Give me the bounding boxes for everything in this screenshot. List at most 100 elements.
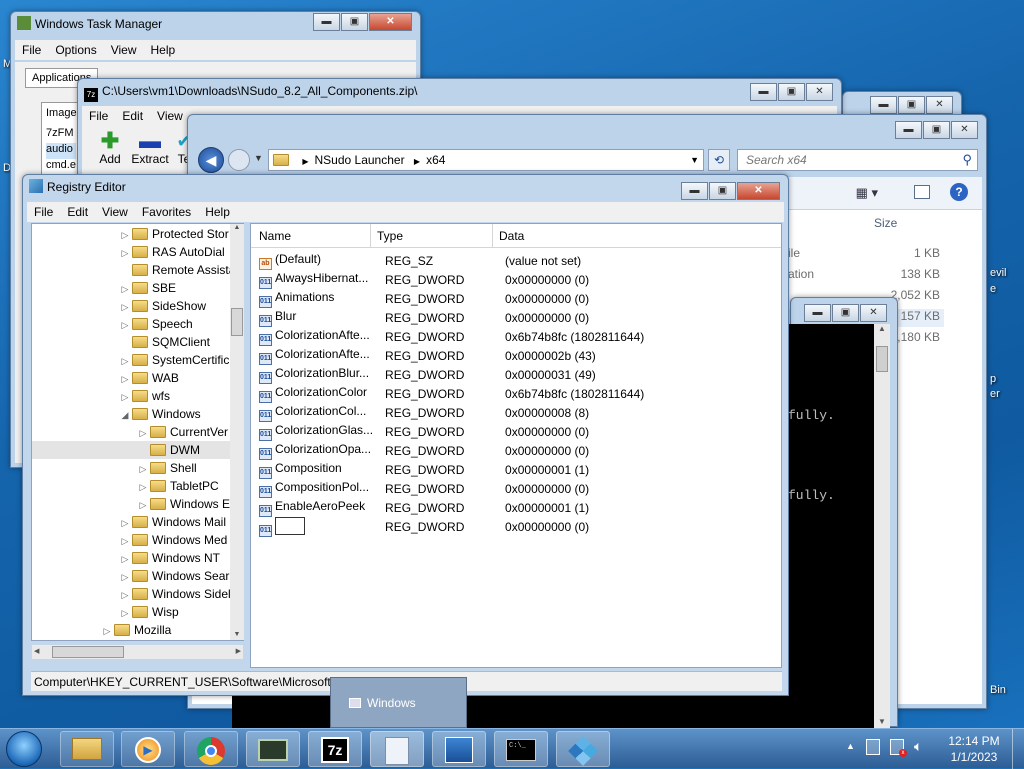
close-button[interactable]: ✕ [737, 182, 780, 200]
recent-dropdown-icon[interactable]: ▼ [254, 153, 263, 163]
menu-help[interactable]: Help [198, 205, 237, 219]
registry-value-row[interactable]: 011 ColorizationGlas... REG_DWORD 0x0000000… [255, 422, 781, 441]
start-orb-icon[interactable] [6, 731, 42, 767]
registry-value-row[interactable]: 011 Composition REG_DWORD 0x00000001 (1) [255, 460, 781, 479]
minimize-button[interactable]: ▬ [804, 304, 831, 322]
registry-value-row[interactable]: 011 ColorizationAfte... REG_DWORD 0x0000002… [255, 346, 781, 365]
registry-value-row[interactable]: 011 AlwaysHibernat... REG_DWORD 0x00000000 … [255, 270, 781, 289]
tree-key-wfs[interactable]: ▷ wfs [32, 387, 232, 405]
process-row[interactable]: audio [46, 143, 76, 159]
process-list[interactable]: Image 7zFM audio cmd.e [41, 102, 81, 180]
forward-button[interactable] [228, 149, 250, 171]
volume-icon[interactable]: 🔈︎ [914, 738, 922, 755]
expand-arrow-icon[interactable]: ▷ [138, 478, 148, 496]
menu-file[interactable]: File [27, 205, 60, 219]
clock[interactable]: 12:14 PM 1/1/2023 [944, 733, 1004, 765]
column-header-name[interactable]: Name [251, 224, 371, 247]
key-tree[interactable]: ▷ Protected Stor ▷ RAS AutoDial Remote Assis… [31, 223, 244, 641]
maximize-button[interactable]: ▣ [832, 304, 859, 322]
maximize-button[interactable]: ▣ [709, 182, 736, 200]
breadcrumb-item[interactable]: NSudo Launcher [315, 153, 405, 167]
close-button[interactable]: ✕ [369, 13, 412, 31]
expand-arrow-icon[interactable]: ▷ [102, 622, 112, 640]
menu-edit[interactable]: Edit [115, 109, 150, 123]
menu-file[interactable]: File [15, 43, 48, 57]
tree-key-windows[interactable]: ◢ Windows [32, 405, 232, 423]
taskbar-button-task-manager[interactable] [246, 731, 300, 767]
registry-value-row[interactable]: 011 REG_DWORD 0x00000000 (0) [255, 517, 781, 537]
maximize-button[interactable]: ▣ [341, 13, 368, 31]
address-bar[interactable]: ▶ NSudo Launcher ▶ x64 ▼ [268, 149, 704, 171]
scrollbar-thumb[interactable] [231, 308, 243, 336]
registry-value-row[interactable]: 011 ColorizationAfte... REG_DWORD 0x6b74b8f… [255, 327, 781, 346]
tree-key-shell[interactable]: ▷ Shell [32, 459, 232, 477]
expand-arrow-icon[interactable]: ▷ [120, 352, 130, 370]
taskbar-thumbnail-preview[interactable]: Windows [330, 677, 467, 728]
taskbar-button-cmd[interactable]: C:\_ [494, 731, 548, 767]
column-header-image[interactable]: Image [46, 107, 77, 127]
registry-value-row[interactable]: 011 Animations REG_DWORD 0x00000000 (0) [255, 289, 781, 308]
expand-arrow-icon[interactable]: ▷ [120, 370, 130, 388]
maximize-button[interactable]: ▣ [778, 83, 805, 101]
tree-key-windows-sear[interactable]: ▷ Windows Sear [32, 567, 232, 585]
expand-arrow-icon[interactable]: ▷ [120, 244, 130, 262]
menu-view[interactable]: View [95, 205, 135, 219]
desktop-label[interactable]: evil [990, 267, 1007, 279]
console-scrollbar[interactable]: ▲ ▼ [874, 324, 890, 728]
rename-value-input[interactable] [275, 517, 305, 535]
process-row[interactable]: 7zFM [46, 127, 76, 143]
desktop-label[interactable]: Bin [990, 684, 1006, 696]
tree-key-windows-med[interactable]: ▷ Windows Med [32, 531, 232, 549]
tree-key-windows-e[interactable]: ▷ Windows E [32, 495, 232, 513]
column-header-type[interactable]: Type [371, 224, 493, 247]
desktop-label[interactable]: e [990, 283, 996, 295]
desktop-label[interactable]: p [990, 373, 996, 385]
process-row[interactable]: cmd.e [46, 159, 76, 175]
search-icon[interactable]: ⚲ [962, 152, 972, 168]
registry-value-row[interactable]: 011 ColorizationBlur... REG_DWORD 0x0000003… [255, 365, 781, 384]
tree-key-windows-sidel[interactable]: ▷ Windows Sidel [32, 585, 232, 603]
close-button[interactable]: ✕ [951, 121, 978, 139]
extract-button[interactable]: ▬ Extract [130, 130, 170, 167]
preview-pane-icon[interactable] [914, 185, 930, 199]
scroll-right-icon[interactable]: ▶ [236, 645, 241, 659]
action-center-icon[interactable]: x [890, 739, 907, 757]
show-hidden-icons-icon[interactable]: ▲ [846, 741, 855, 751]
expand-arrow-icon[interactable]: ▷ [138, 496, 148, 514]
tree-key-sbe[interactable]: ▷ SBE [32, 279, 232, 297]
expand-arrow-icon[interactable]: ▷ [102, 640, 112, 641]
expand-arrow-icon[interactable]: ▷ [120, 514, 130, 532]
maximize-button[interactable]: ▣ [923, 121, 950, 139]
scroll-left-icon[interactable]: ◀ [34, 645, 39, 659]
tree-key-sqmclient[interactable]: SQMClient [32, 333, 232, 351]
expand-arrow-icon[interactable]: ▷ [120, 568, 130, 586]
expand-arrow-icon[interactable]: ▷ [120, 316, 130, 334]
show-desktop-button[interactable] [1012, 729, 1024, 769]
minimize-button[interactable]: ▬ [681, 182, 708, 200]
registry-editor-window[interactable]: Registry Editor ▬ ▣ ✕ File Edit View Favor… [22, 174, 789, 696]
expand-arrow-icon[interactable]: ▷ [120, 586, 130, 604]
tree-key-systemcertific[interactable]: ▷ SystemCertific [32, 351, 232, 369]
tree-key-ras-autodial[interactable]: ▷ RAS AutoDial [32, 243, 232, 261]
menu-view[interactable]: View [104, 43, 144, 57]
expand-arrow-icon[interactable]: ▷ [120, 280, 130, 298]
taskbar-button-explorer[interactable] [60, 731, 114, 767]
minimize-button[interactable]: ▬ [895, 121, 922, 139]
menu-view[interactable]: View [150, 109, 190, 123]
registry-value-row[interactable]: 011 EnableAeroPeek REG_DWORD 0x00000001 (1) [255, 498, 781, 517]
registry-value-row[interactable]: 011 Blur REG_DWORD 0x00000000 (0) [255, 308, 781, 327]
tree-key-currentver[interactable]: ▷ CurrentVer [32, 423, 232, 441]
scroll-down-icon[interactable]: ▼ [230, 631, 244, 638]
tree-horizontal-scrollbar[interactable]: ◀ ▶ [32, 645, 243, 659]
expand-arrow-icon[interactable]: ▷ [120, 532, 130, 550]
tree-key-wisp[interactable]: ▷ Wisp [32, 603, 232, 621]
scrollbar-thumb[interactable] [52, 646, 124, 658]
menu-options[interactable]: Options [48, 43, 103, 57]
tree-key-sideshow[interactable]: ▷ SideShow [32, 297, 232, 315]
scroll-down-icon[interactable]: ▼ [874, 717, 890, 726]
menu-edit[interactable]: Edit [60, 205, 95, 219]
tree-key-policies[interactable]: ▷Policies [32, 639, 232, 641]
tree-key-protected-stor[interactable]: ▷ Protected Stor [32, 225, 232, 243]
file-row[interactable]: ile 1 KB [788, 246, 944, 264]
tree-key-windows-mail[interactable]: ▷ Windows Mail [32, 513, 232, 531]
